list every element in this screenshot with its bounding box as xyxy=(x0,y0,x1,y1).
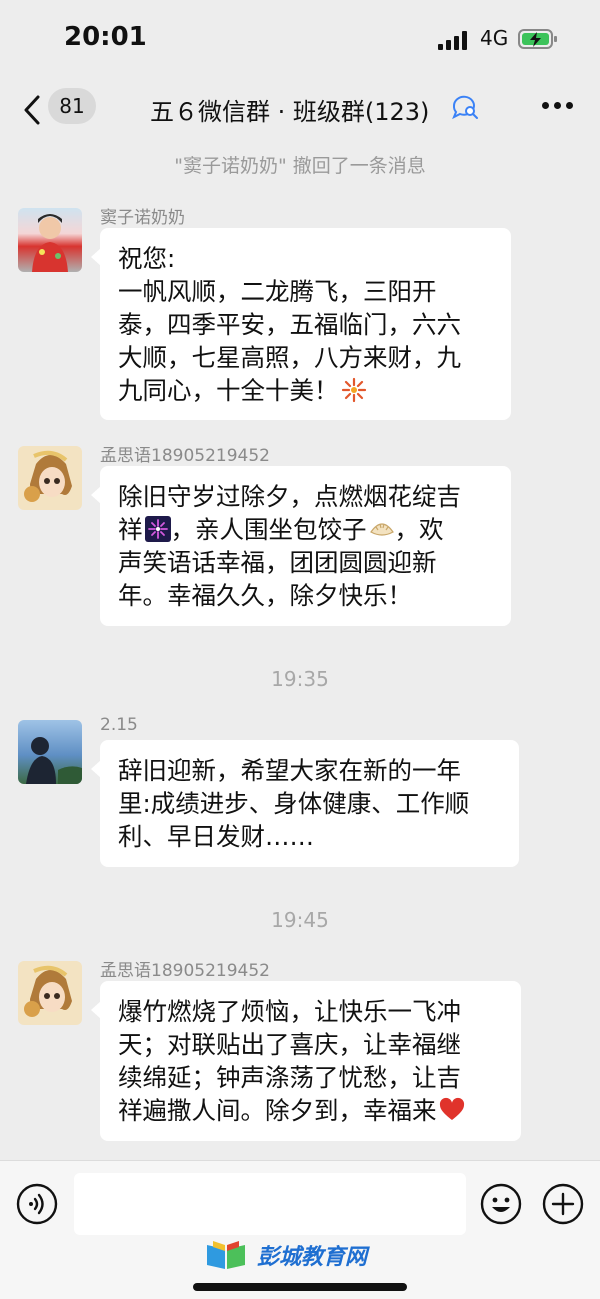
chat-title: 五６微信群 · 班级群(123) xyxy=(150,98,430,126)
sender-name: 2.15 xyxy=(100,715,138,735)
sender-name: 窦子诺奶奶 xyxy=(100,208,185,228)
avatar[interactable] xyxy=(18,446,82,510)
message-line: 祝您: xyxy=(118,244,176,273)
message-line: 年。幸福久久，除夕快乐！ xyxy=(118,581,412,610)
recalled-message-notice: "窦子诺奶奶" 撤回了一条消息 xyxy=(174,155,426,177)
message-bubble[interactable]: 除旧守岁过除夕，点燃烟花绽吉 祥 ，亲人围坐包饺子 ，欢 声笑语话幸福，团团圆圆… xyxy=(91,466,511,626)
back-chevron-icon[interactable] xyxy=(20,94,44,126)
message-timestamp: 19:45 xyxy=(271,908,329,932)
sender-name: 孟思语18905219452 xyxy=(100,446,270,466)
message-line: 九同心，十全十美！ xyxy=(118,376,339,405)
chat-bubble-search-icon[interactable] xyxy=(450,94,480,120)
message-timestamp: 19:35 xyxy=(271,667,329,691)
signal-icon xyxy=(438,30,472,50)
silhouette-photo-avatar xyxy=(26,737,82,784)
status-time: 20:01 xyxy=(64,22,147,52)
avatar[interactable] xyxy=(18,961,82,1025)
book-logo-icon xyxy=(207,1241,245,1269)
unread-count-badge[interactable]: 81 xyxy=(48,88,96,124)
voice-input-icon[interactable] xyxy=(16,1183,58,1225)
message-bubble[interactable]: 祝您: 一帆风顺，二龙腾飞，三阳开 泰，四季平安，五福临门，六六 大顺，七星高照… xyxy=(91,228,511,420)
avatar[interactable] xyxy=(18,720,82,784)
plus-more-icon[interactable] xyxy=(542,1183,584,1225)
message-line: 泰，四季平安，五福临门，六六 xyxy=(118,310,461,339)
message-line: 祥遍撒人间。除夕到，幸福来 xyxy=(118,1096,437,1125)
cartoon-girl-avatar xyxy=(24,965,72,1017)
message-bubble[interactable]: 爆竹燃烧了烦恼，让快乐一飞冲 天；对联贴出了喜庆，让幸福继 续绵延；钟声涤荡了忧… xyxy=(91,981,521,1141)
message-line: 大顺，七星高照，八方来财，九 xyxy=(118,343,461,372)
message-line: ，欢 xyxy=(394,515,444,544)
girl-photo-avatar xyxy=(32,214,68,272)
firecracker-emoji-icon xyxy=(341,377,366,403)
message-line: 一帆风顺，二龙腾飞，三阳开 xyxy=(118,277,437,306)
watermark-text: 彭城教育网 xyxy=(257,1245,368,1270)
message-line: 辞旧迎新，希望大家在新的一年 xyxy=(118,756,461,785)
battery-charging-icon xyxy=(518,29,557,49)
red-heart-emoji-icon xyxy=(439,1097,464,1120)
message-line: 爆竹燃烧了烦恼，让快乐一飞冲 xyxy=(118,997,461,1026)
message-line: 里:成绩进步、身体健康、工作顺 xyxy=(118,789,470,818)
message-line: 利、早日发财…… xyxy=(118,822,314,851)
cartoon-girl-avatar xyxy=(24,450,72,502)
message-line: 天；对联贴出了喜庆，让幸福继 xyxy=(118,1030,461,1059)
message-input[interactable] xyxy=(74,1173,466,1235)
message-bubble[interactable]: 辞旧迎新，希望大家在新的一年 里:成绩进步、身体健康、工作顺 利、早日发财…… xyxy=(91,740,519,867)
avatar[interactable] xyxy=(18,208,82,272)
dumpling-emoji-icon xyxy=(369,523,394,536)
more-options-icon[interactable] xyxy=(540,100,574,112)
fireworks-emoji-icon xyxy=(144,516,171,542)
home-indicator xyxy=(193,1283,407,1291)
network-label: 4G xyxy=(480,26,509,50)
sender-name: 孟思语18905219452 xyxy=(100,961,270,981)
message-line: 祥 xyxy=(118,515,143,544)
input-bar: 彭城教育网 xyxy=(0,1160,600,1299)
watermark: 彭城教育网 xyxy=(205,1233,385,1275)
message-line: ，亲人围坐包饺子 xyxy=(170,515,367,544)
message-line: 声笑语话幸福，团团圆圆迎新 xyxy=(118,548,437,577)
message-line: 续绵延；钟声涤荡了忧愁，让吉 xyxy=(118,1063,461,1092)
status-bar: 20:01 4G xyxy=(0,0,600,80)
message-line: 除旧守岁过除夕，点燃烟花绽吉 xyxy=(118,482,461,511)
emoji-picker-icon[interactable] xyxy=(480,1183,522,1225)
